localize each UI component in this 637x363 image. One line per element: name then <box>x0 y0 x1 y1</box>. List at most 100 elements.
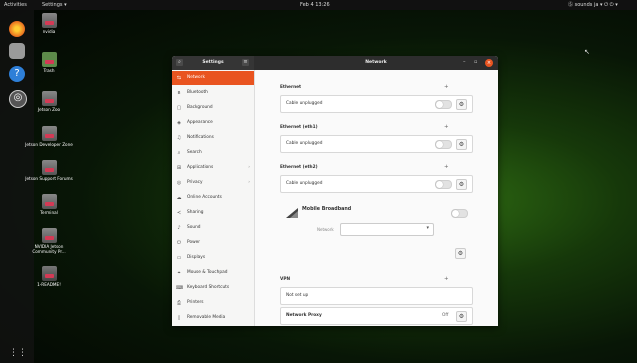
sidebar-item-sound[interactable]: ♪ Sound <box>172 221 254 235</box>
sidebar-header: ⌕ Settings ≡ <box>172 56 254 70</box>
ethernet-eth1-toggle[interactable] <box>435 140 452 149</box>
mouse-icon: ⌖ <box>177 270 181 276</box>
network-icon: ⇆ <box>176 75 182 81</box>
menu-icon[interactable]: ≡ <box>242 59 249 66</box>
network-label: Network <box>317 227 334 232</box>
vpn-status: Not set up <box>286 293 309 298</box>
add-ethernet-eth2-icon[interactable]: + <box>444 164 449 170</box>
vpn-row: Not set up <box>280 287 473 305</box>
cloud-icon: ☁ <box>176 195 182 201</box>
power-icon: ⏻ <box>177 240 181 246</box>
sidebar-item-applications[interactable]: ⊞ Applications › <box>172 161 254 175</box>
sidebar-item-privacy[interactable]: ◎ Privacy › <box>172 176 254 190</box>
sidebar-item-removable-media[interactable]: ▯ Removable Media <box>172 311 254 325</box>
desktop-icon-nvidia[interactable]: nvidia <box>22 13 76 34</box>
sound-icon: ♪ <box>177 225 181 231</box>
desktop-icon-readme[interactable]: 1-README! <box>22 266 76 287</box>
window-title: Network <box>365 60 387 65</box>
header-bar: Network – ▫ × <box>254 56 498 70</box>
ethernet-eth2-section-title: Ethernet (eth2) <box>280 165 318 170</box>
settings-sidebar: ⇆ Network ʙ Bluetooth ▢ Background ◈ Appeara… <box>172 70 255 326</box>
chevron-down-icon: ▾ <box>426 225 429 231</box>
desktop-icon-jetson-zoo[interactable]: Jetson Zoo <box>22 91 76 112</box>
printer-icon: ⎙ <box>176 300 181 306</box>
document-icon <box>41 266 57 281</box>
settings-window: ⌕ Settings ≡ Network – ▫ × ⇆ Network ʙ Blu… <box>172 56 498 326</box>
gear-icon[interactable]: ⚙ <box>456 311 467 322</box>
maximize-icon[interactable]: ▫ <box>474 59 477 65</box>
ethernet-eth2-status: Cable unplugged <box>286 181 323 186</box>
link-icon <box>41 228 57 243</box>
ethernet-toggle[interactable] <box>435 100 452 109</box>
sidebar-item-online-accounts[interactable]: ☁ Online Accounts <box>172 191 254 205</box>
desktop-icon-trash[interactable]: Trash <box>22 52 76 73</box>
notifications-icon: ♫ <box>176 135 182 141</box>
sidebar-item-displays[interactable]: ▭ Displays <box>172 251 254 265</box>
sidebar-item-sharing[interactable]: ≺ Sharing <box>172 206 254 220</box>
system-tray[interactable]: Ⓢ sounds ja ▾ ⏻ ⏻ ▾ <box>568 0 618 10</box>
vpn-section-title: VPN <box>280 277 291 282</box>
top-bar: Activities Settings ▾ Feb 4 13:26 Ⓢ soun… <box>0 0 637 10</box>
trash-icon <box>41 52 57 67</box>
network-proxy-row[interactable]: Network Proxy Off ⚙ <box>280 307 473 325</box>
ethernet-eth1-row: Cable unplugged ⚙ <box>280 135 473 153</box>
desktop-icon-developer-zone[interactable]: Jetson Developer Zone <box>22 126 76 147</box>
clock[interactable]: Feb 4 13:26 <box>300 0 330 10</box>
display-icon: ▭ <box>176 255 182 261</box>
ethernet-row: Cable unplugged ⚙ <box>280 95 473 113</box>
link-icon <box>41 160 57 175</box>
minimize-icon[interactable]: – <box>463 59 466 65</box>
mobile-broadband-toggle[interactable] <box>451 209 468 218</box>
desktop-icon-community-projects[interactable]: NVIDIA Jetson Community Pr... <box>22 228 76 254</box>
sidebar-item-network[interactable]: ⇆ Network <box>172 71 254 85</box>
sidebar-item-power[interactable]: ⏻ Power <box>172 236 254 250</box>
add-ethernet-eth1-icon[interactable]: + <box>444 124 449 130</box>
network-select[interactable]: ▾ <box>340 223 434 236</box>
sidebar-item-keyboard-shortcuts[interactable]: ⌨ Keyboard Shortcuts <box>172 281 254 295</box>
ethernet-eth1-status: Cable unplugged <box>286 141 323 146</box>
sidebar-item-appearance[interactable]: ◈ Appearance <box>172 116 254 130</box>
ethernet-eth1-section-title: Ethernet (eth1) <box>280 125 318 130</box>
search-icon: ⌕ <box>177 150 181 156</box>
ethernet-eth2-toggle[interactable] <box>435 180 452 189</box>
applications-icon: ⊞ <box>176 165 182 171</box>
chevron-right-icon: › <box>248 165 250 170</box>
network-panel: Ethernet + Cable unplugged ⚙ Ethernet (e… <box>255 70 498 326</box>
privacy-icon: ◎ <box>176 180 182 186</box>
gear-icon[interactable]: ⚙ <box>456 179 467 190</box>
sidebar-item-notifications[interactable]: ♫ Notifications <box>172 131 254 145</box>
desktop-icon-terminal[interactable]: Terminal <box>22 194 76 215</box>
removable-media-icon: ▯ <box>177 315 181 321</box>
sidebar-item-bluetooth[interactable]: ʙ Bluetooth <box>172 86 254 100</box>
sidebar-item-search[interactable]: ⌕ Search <box>172 146 254 160</box>
add-ethernet-icon[interactable]: + <box>444 84 449 90</box>
chevron-right-icon: › <box>248 180 250 185</box>
signal-icon <box>286 208 298 218</box>
sidebar-item-mouse-touchpad[interactable]: ⌖ Mouse & Touchpad <box>172 266 254 280</box>
gear-icon[interactable]: ⚙ <box>456 139 467 150</box>
ethernet-status: Cable unplugged <box>286 101 323 106</box>
app-menu[interactable]: Settings ▾ <box>42 0 67 10</box>
appearance-icon: ◈ <box>177 120 181 126</box>
bluetooth-icon: ʙ <box>177 90 181 96</box>
ethernet-eth2-row: Cable unplugged ⚙ <box>280 175 473 193</box>
sidebar-item-printers[interactable]: ⎙ Printers <box>172 296 254 310</box>
activities-button[interactable]: Activities <box>4 0 27 10</box>
add-vpn-icon[interactable]: + <box>444 276 449 282</box>
close-icon[interactable]: × <box>485 59 493 67</box>
background-icon: ▢ <box>176 105 182 111</box>
ethernet-section-title: Ethernet <box>280 85 302 90</box>
desktop-icon-support-forums[interactable]: Jetson Support Forums <box>22 160 76 181</box>
sidebar-item-background[interactable]: ▢ Background <box>172 101 254 115</box>
gear-icon[interactable]: ⚙ <box>455 248 466 259</box>
share-icon: ≺ <box>176 210 182 216</box>
link-icon <box>41 91 57 106</box>
link-icon <box>41 126 57 141</box>
mouse-cursor-icon: ↖ <box>584 48 590 56</box>
folder-icon <box>41 13 57 28</box>
keyboard-icon: ⌨ <box>176 285 184 291</box>
gear-icon[interactable]: ⚙ <box>456 99 467 110</box>
mobile-broadband-title: Mobile Broadband <box>302 207 352 212</box>
network-proxy-title: Network Proxy <box>286 313 322 318</box>
show-apps-icon[interactable]: ⋮⋮ <box>9 345 27 361</box>
